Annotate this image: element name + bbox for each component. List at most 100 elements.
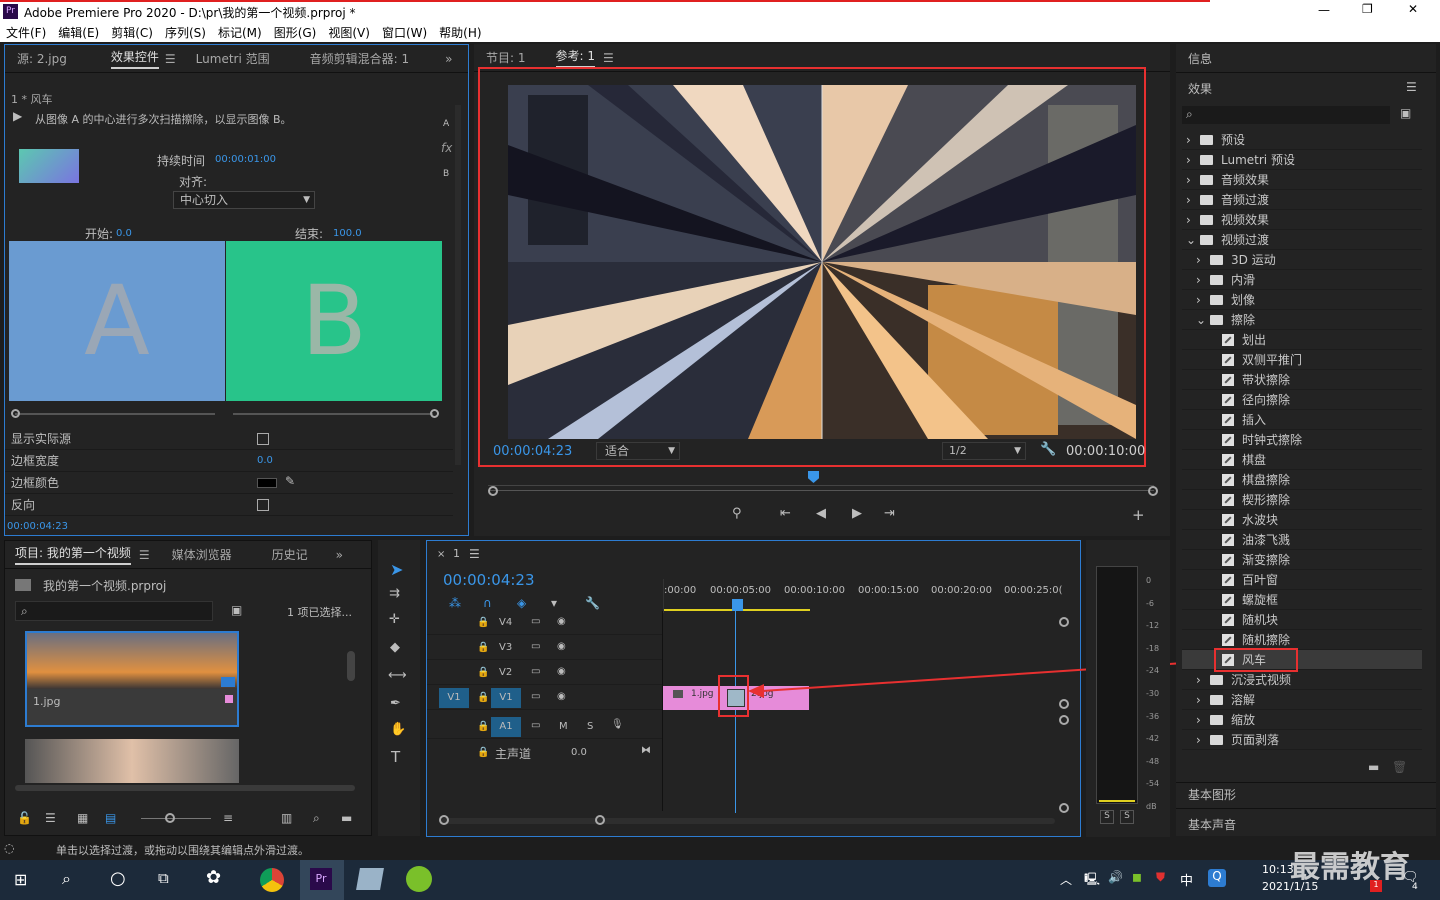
transition-icon — [1222, 413, 1234, 426]
qq-icon[interactable]: Q — [1208, 869, 1226, 887]
solo-right-button[interactable]: S — [1120, 810, 1134, 824]
folder-icon — [1210, 274, 1223, 285]
effects-search-input[interactable]: ⌕ — [1182, 106, 1390, 124]
effects-tree-item[interactable]: › 音频效果 — [1182, 170, 1422, 190]
effects-tree-item[interactable]: › 溶解 — [1182, 690, 1422, 710]
nvidia-icon[interactable]: ◼ — [1132, 870, 1142, 884]
scale-label: -18 — [1146, 643, 1160, 653]
effects-tree-item[interactable]: › 沉浸式视频 — [1182, 670, 1422, 690]
info-panel-label[interactable]: 信息 — [1188, 50, 1212, 67]
chevron-right-icon[interactable]: › — [1196, 673, 1210, 687]
volume-icon[interactable]: 🔊 — [1108, 870, 1123, 884]
watermark-text: 最需教育 — [1290, 850, 1410, 885]
start-windows-icon[interactable]: ⊞ — [14, 870, 27, 889]
pinwheel-app-icon[interactable]: ✿ — [206, 867, 221, 888]
effects-tree-item[interactable]: 插入 — [1182, 410, 1422, 430]
effects-tree-item[interactable]: › 预设 — [1182, 130, 1422, 150]
effects-tree-item[interactable]: › 3D 运动 — [1182, 250, 1422, 270]
effects-tree-item[interactable]: 带状擦除 — [1182, 370, 1422, 390]
effects-tree-label: 双侧平推门 — [1242, 353, 1303, 367]
effects-tree-label: 预设 — [1221, 133, 1246, 147]
chevron-right-icon[interactable]: › — [1186, 193, 1200, 207]
effects-tree-label: 带状擦除 — [1242, 373, 1291, 387]
new-custom-bin-icon[interactable]: ▣ — [1400, 106, 1411, 120]
show-hidden-icons[interactable]: ︿ — [1060, 871, 1072, 888]
effects-tree-item[interactable]: › 内滑 — [1182, 270, 1422, 290]
effects-tree-item[interactable]: › 缩放 — [1182, 710, 1422, 730]
effects-tree-item[interactable]: 棋盘 — [1182, 450, 1422, 470]
effects-tree-label: 水波块 — [1242, 513, 1279, 527]
effects-tree-label: Lumetri 预设 — [1221, 153, 1295, 167]
effects-tree-item[interactable]: › Lumetri 预设 — [1182, 150, 1422, 170]
notes-app-icon[interactable] — [356, 868, 384, 890]
effects-tree-item[interactable]: 时钟式擦除 — [1182, 430, 1422, 450]
effects-tree-label: 棋盘擦除 — [1242, 473, 1291, 487]
divider — [1176, 808, 1436, 809]
peak-line — [1099, 800, 1135, 802]
transition-icon — [1222, 453, 1234, 466]
effects-tree-item[interactable]: 棋盘擦除 — [1182, 470, 1422, 490]
effects-tree-label: 棋盘 — [1242, 453, 1267, 467]
effects-tree-item[interactable]: › 音频过渡 — [1182, 190, 1422, 210]
effects-tree-item[interactable]: 随机擦除 — [1182, 630, 1422, 650]
effects-tree-item[interactable]: ⌄ 擦除 — [1182, 310, 1422, 330]
scale-label: -48 — [1146, 756, 1160, 766]
effects-tree-item[interactable]: 双侧平推门 — [1182, 350, 1422, 370]
effects-tree-item[interactable]: › 视频效果 — [1182, 210, 1422, 230]
chevron-right-icon[interactable]: › — [1196, 733, 1210, 747]
effects-tree-label: 音频过渡 — [1221, 193, 1270, 207]
effects-tree-label: 溶解 — [1231, 693, 1256, 707]
folder-icon — [1200, 214, 1213, 225]
chevron-right-icon[interactable]: › — [1196, 693, 1210, 707]
chevron-right-icon[interactable]: › — [1186, 153, 1200, 167]
effects-tree-label: 随机块 — [1242, 613, 1279, 627]
cortana-icon[interactable]: ○ — [110, 868, 126, 889]
scale-label: -12 — [1146, 621, 1160, 631]
chevron-right-icon[interactable]: › — [1196, 273, 1210, 287]
effects-tree-item[interactable]: › 页面剥落 — [1182, 730, 1422, 750]
essential-sound-label[interactable]: 基本声音 — [1188, 816, 1236, 833]
chevron-down-icon[interactable]: ⌄ — [1186, 233, 1200, 247]
transition-icon — [1222, 613, 1234, 626]
chevron-right-icon[interactable]: › — [1186, 173, 1200, 187]
chevron-right-icon[interactable]: › — [1196, 713, 1210, 727]
effects-tree-label: 百叶窗 — [1242, 573, 1279, 587]
effects-tree-item[interactable]: ⌄ 视频过渡 — [1182, 230, 1422, 250]
search-icon[interactable]: ⌕ — [62, 869, 71, 889]
chevron-down-icon[interactable]: ⌄ — [1196, 313, 1210, 327]
security-shield-icon[interactable]: ⛊ — [1156, 870, 1165, 885]
effects-tree-item[interactable]: 百叶窗 — [1182, 570, 1422, 590]
chrome-icon[interactable] — [260, 868, 284, 892]
clock-time[interactable]: 10:13 — [1262, 863, 1294, 876]
effects-tree-item[interactable]: 楔形擦除 — [1182, 490, 1422, 510]
panel-menu-icon[interactable]: ☰ — [1406, 80, 1417, 94]
effects-tree-label: 视频效果 — [1221, 213, 1270, 227]
effects-tree-label: 沉浸式视频 — [1231, 673, 1292, 687]
ime-indicator[interactable]: 中 — [1180, 870, 1193, 889]
effects-tree-item[interactable]: 划出 — [1182, 330, 1422, 350]
effects-tree-item[interactable]: 渐变擦除 — [1182, 550, 1422, 570]
chevron-right-icon[interactable]: › — [1186, 133, 1200, 147]
essential-graphics-label[interactable]: 基本图形 — [1188, 786, 1236, 803]
green-app-icon[interactable] — [406, 866, 432, 892]
new-bin-icon[interactable]: ▬ — [1368, 760, 1379, 774]
effects-tree-item[interactable]: 油漆飞溅 — [1182, 530, 1422, 550]
chevron-right-icon[interactable]: › — [1196, 293, 1210, 307]
solo-left-button[interactable]: S — [1100, 810, 1114, 824]
premiere-taskbar-button[interactable]: Pr — [300, 860, 344, 900]
meter-scale: 0 -6 -12 -18 -24 -30 -36 -42 -48 -54 dB — [1146, 570, 1159, 819]
scale-label: -36 — [1146, 711, 1160, 721]
effects-tree-item[interactable]: › 划像 — [1182, 290, 1422, 310]
effects-tree-item[interactable]: 水波块 — [1182, 510, 1422, 530]
chevron-right-icon[interactable]: › — [1186, 213, 1200, 227]
effects-tree-label: 3D 运动 — [1231, 253, 1276, 267]
effects-tree-item[interactable]: 螺旋框 — [1182, 590, 1422, 610]
delete-icon[interactable]: 🗑 — [1392, 760, 1407, 774]
task-view-icon[interactable]: ⧉ — [158, 869, 169, 887]
effects-tree-label: 视频过渡 — [1221, 233, 1270, 247]
chevron-right-icon[interactable]: › — [1196, 253, 1210, 267]
effects-tree-item[interactable]: 随机块 — [1182, 610, 1422, 630]
network-icon[interactable]: 🖳 — [1084, 870, 1100, 891]
effects-tree-item[interactable]: 径向擦除 — [1182, 390, 1422, 410]
action-center-count: 4 — [1412, 882, 1418, 892]
